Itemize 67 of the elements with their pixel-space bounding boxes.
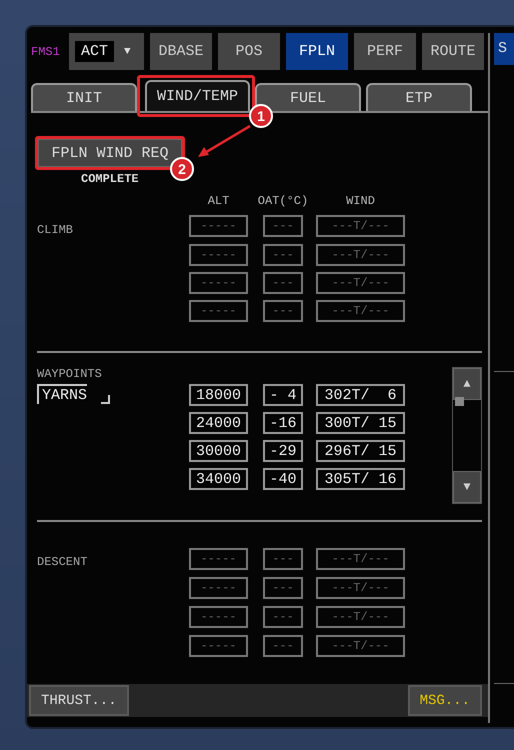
temperature-field[interactable]: --- xyxy=(263,244,303,266)
altitude-field[interactable]: 24000 xyxy=(189,412,248,434)
page-tab[interactable]: PERF xyxy=(354,33,416,70)
temperature-field[interactable]: --- xyxy=(263,215,303,237)
wind-field[interactable]: ---T/--- xyxy=(316,244,405,266)
section-label: DESCENT xyxy=(37,555,88,569)
temperature-field[interactable]: --- xyxy=(263,300,303,322)
wind-field[interactable]: 302T/ 6 xyxy=(316,384,405,406)
altitude-field[interactable]: 34000 xyxy=(189,468,248,490)
unit-label: FMS1 xyxy=(31,44,61,58)
altitude-field[interactable]: 30000 xyxy=(189,440,248,462)
section-label: CLIMB xyxy=(37,223,74,237)
temperature-field[interactable]: --- xyxy=(263,606,303,628)
wind-field[interactable]: ---T/--- xyxy=(316,215,405,237)
altitude-field[interactable]: ----- xyxy=(189,244,248,266)
temperature-field[interactable]: --- xyxy=(263,635,303,657)
wind-field[interactable]: 305T/ 16 xyxy=(316,468,405,490)
altitude-field[interactable]: 18000 xyxy=(189,384,248,406)
wind-field[interactable]: ---T/--- xyxy=(316,548,405,570)
section-label: WAYPOINTS xyxy=(37,367,103,381)
wind-field[interactable]: ---T/--- xyxy=(316,272,405,294)
temperature-field[interactable]: - 4 xyxy=(263,384,303,406)
page-tab[interactable]: S xyxy=(494,33,514,65)
page-tab[interactable]: DBASE xyxy=(150,33,212,70)
scroll-down-button[interactable]: ▼ xyxy=(453,471,481,503)
step-badge: 2 xyxy=(170,157,194,181)
wind-field[interactable]: 296T/ 15 xyxy=(316,440,405,462)
wind-field[interactable]: ---T/--- xyxy=(316,577,405,599)
sub-tab[interactable]: WIND/TEMP xyxy=(145,80,250,111)
scrollbar[interactable]: ▲ ▼ xyxy=(452,367,482,504)
page-tab[interactable]: ROUTE xyxy=(422,33,484,70)
temperature-field[interactable]: -29 xyxy=(263,440,303,462)
column-header: ALT xyxy=(206,194,230,208)
altitude-field[interactable]: ----- xyxy=(189,215,248,237)
request-status: COMPLETE xyxy=(81,172,139,186)
altitude-field[interactable]: ----- xyxy=(189,272,248,294)
sub-tab[interactable]: ETP xyxy=(366,83,472,111)
altitude-field[interactable]: ----- xyxy=(189,577,248,599)
page-tab[interactable]: FPLN xyxy=(286,33,348,70)
wind-field[interactable]: ---T/--- xyxy=(316,635,405,657)
mode-dropdown[interactable]: ACT ▼ xyxy=(69,33,144,70)
temperature-field[interactable]: --- xyxy=(263,272,303,294)
page-tab[interactable]: POS xyxy=(218,33,280,70)
scroll-up-button[interactable]: ▲ xyxy=(453,368,481,400)
bracket-icon xyxy=(101,395,110,404)
wind-field[interactable]: 300T/ 15 xyxy=(316,412,405,434)
column-header: WIND xyxy=(345,194,376,208)
altitude-field[interactable]: ----- xyxy=(189,635,248,657)
waypoint-name[interactable]: YARNS xyxy=(37,384,88,404)
scroll-thumb[interactable] xyxy=(455,397,464,406)
altitude-field[interactable]: ----- xyxy=(189,548,248,570)
mode-value: ACT xyxy=(75,41,114,62)
sub-tab[interactable]: FUEL xyxy=(255,83,361,111)
temperature-field[interactable]: --- xyxy=(263,548,303,570)
step-badge: 1 xyxy=(249,104,273,128)
temperature-field[interactable]: --- xyxy=(263,577,303,599)
sub-tab[interactable]: INIT xyxy=(31,83,137,111)
altitude-field[interactable]: ----- xyxy=(189,606,248,628)
temperature-field[interactable]: -40 xyxy=(263,468,303,490)
caret-icon: ▼ xyxy=(124,46,131,58)
thrust-button[interactable]: THRUST... xyxy=(29,685,129,716)
wind-field[interactable]: ---T/--- xyxy=(316,300,405,322)
message-button[interactable]: MSG... xyxy=(408,685,482,716)
column-header: OAT(°C) xyxy=(256,194,310,208)
altitude-field[interactable]: ----- xyxy=(189,300,248,322)
wind-field[interactable]: ---T/--- xyxy=(316,606,405,628)
temperature-field[interactable]: -16 xyxy=(263,412,303,434)
